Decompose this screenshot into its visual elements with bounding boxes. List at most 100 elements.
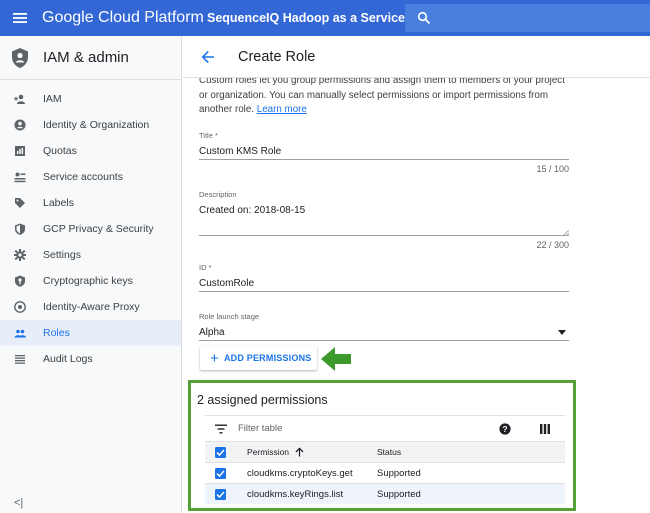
sidebar: IAM & admin IAM Identity & Organization … [0, 36, 182, 513]
title-input[interactable]: Custom KMS Role [199, 146, 569, 160]
column-display-icon[interactable] [539, 423, 551, 435]
brand-title[interactable]: Google Cloud Platform [42, 9, 204, 27]
description-label: Description [199, 189, 237, 199]
sidebar-item-label: Labels [43, 197, 74, 209]
title-field[interactable]: Title * Custom KMS Role 15 / 100 [199, 131, 569, 174]
svg-text:?: ? [502, 424, 507, 434]
row-checkbox[interactable] [215, 467, 226, 479]
id-field[interactable]: ID * CustomRole [199, 263, 569, 292]
project-selector[interactable]: SequenceIQ Hadoop as a Service [201, 11, 405, 25]
page-header: Create Role [183, 36, 650, 78]
sidebar-item-identity-aware-proxy[interactable]: Identity-Aware Proxy [0, 294, 181, 320]
description-counter: 22 / 300 [536, 239, 569, 250]
search-input[interactable] [405, 4, 650, 32]
sidebar-title: IAM & admin [43, 49, 129, 66]
sidebar-item-label: IAM [43, 93, 62, 105]
resize-handle-icon[interactable] [563, 229, 569, 236]
sidebar-item-labels[interactable]: Labels [0, 190, 181, 216]
sidebar-header: IAM & admin [0, 36, 181, 80]
plus-icon: + [210, 349, 219, 367]
filter-icon [215, 424, 227, 433]
person-add-icon [14, 94, 25, 104]
sidebar-item-settings[interactable]: Settings [0, 242, 181, 268]
sidebar-item-audit-logs[interactable]: Audit Logs [0, 346, 181, 372]
assigned-permissions-panel: 2 assigned permissions Filter table ? Pe… [188, 380, 576, 511]
check-icon [216, 469, 225, 477]
sidebar-item-cryptographic-keys[interactable]: Cryptographic keys [0, 268, 181, 294]
label-icon [15, 198, 25, 208]
table-row[interactable]: cloudkms.cryptoKeys.get Supported [205, 462, 565, 483]
sidebar-item-iam[interactable]: IAM [0, 86, 181, 112]
sort-arrow-up-icon[interactable] [295, 447, 304, 457]
intro-description: Custom roles let you group permissions a… [199, 75, 565, 115]
add-permissions-button[interactable]: + ADD PERMISSIONS [200, 346, 317, 370]
sidebar-item-label: Service accounts [43, 171, 123, 183]
filter-table-input[interactable]: Filter table [238, 423, 282, 434]
description-field[interactable]: Description Created on: 2018-08-15 22 / … [199, 190, 569, 250]
menu-icon[interactable] [0, 0, 40, 36]
filter-bar[interactable]: Filter table ? [205, 415, 565, 441]
learn-more-link[interactable]: Learn more [257, 104, 307, 115]
check-icon [216, 490, 225, 498]
main-content: Custom roles let you group permissions a… [183, 36, 650, 513]
list-icon [15, 355, 25, 364]
sidebar-item-label: Roles [43, 327, 70, 339]
account-circle-icon [14, 119, 26, 131]
status-cell: Supported [377, 467, 421, 479]
gear-icon [14, 249, 26, 261]
sidebar-item-label: Audit Logs [43, 353, 93, 365]
page-title: Create Role [238, 48, 316, 65]
sidebar-item-quotas[interactable]: Quotas [0, 138, 181, 164]
sidebar-item-label: GCP Privacy & Security [43, 223, 154, 235]
check-icon [216, 448, 225, 456]
table-header: Permission Status [205, 441, 565, 462]
id-input[interactable]: CustomRole [199, 278, 569, 292]
proxy-icon [14, 301, 26, 313]
shield-icon [15, 223, 25, 235]
id-label: ID * [199, 262, 212, 272]
status-column-header[interactable]: Status [377, 447, 401, 457]
select-all-checkbox[interactable] [215, 446, 226, 458]
sidebar-item-gcp-privacy-security[interactable]: GCP Privacy & Security [0, 216, 181, 242]
roles-icon [14, 329, 26, 338]
service-account-icon [14, 172, 26, 183]
sidebar-item-label: Identity-Aware Proxy [43, 301, 140, 313]
title-label: Title * [199, 130, 218, 140]
collapse-sidebar-button[interactable]: <| [14, 497, 23, 509]
sidebar-item-identity-organization[interactable]: Identity & Organization [0, 112, 181, 138]
intro-text: Custom roles let you group permissions a… [199, 74, 569, 118]
add-permissions-label: ADD PERMISSIONS [223, 353, 312, 363]
launch-stage-label: Role launch stage [199, 311, 260, 321]
table-row[interactable]: cloudkms.keyRings.list Supported [205, 483, 565, 504]
permission-cell: cloudkms.keyRings.list [247, 488, 344, 500]
sidebar-item-service-accounts[interactable]: Service accounts [0, 164, 181, 190]
iam-shield-icon [12, 47, 28, 68]
permissions-heading: 2 assigned permissions [197, 393, 328, 407]
create-role-form: Custom roles let you group permissions a… [199, 74, 569, 341]
sidebar-item-label: Settings [43, 249, 81, 261]
launch-stage-select[interactable]: Alpha [199, 327, 569, 341]
sidebar-nav: IAM Identity & Organization Quotas Servi… [0, 80, 181, 372]
dropdown-arrow-icon[interactable] [558, 329, 566, 335]
sidebar-item-label: Identity & Organization [43, 119, 150, 131]
status-cell: Supported [377, 488, 421, 500]
help-icon[interactable]: ? [499, 423, 511, 435]
sidebar-item-label: Quotas [43, 145, 77, 157]
permissions-table: Filter table ? Permission Status cloudkm… [205, 415, 565, 504]
permission-column-label: Permission [247, 447, 290, 457]
permission-column-header[interactable]: Permission [247, 447, 377, 457]
back-arrow-icon[interactable] [201, 50, 215, 64]
search-icon [417, 11, 431, 25]
sidebar-item-roles[interactable]: Roles [0, 320, 181, 346]
quota-icon [15, 146, 25, 156]
top-app-bar: Google Cloud Platform SequenceIQ Hadoop … [0, 0, 650, 36]
key-shield-icon [15, 275, 25, 287]
description-textarea[interactable]: Created on: 2018-08-15 [199, 205, 569, 236]
sidebar-item-label: Cryptographic keys [43, 275, 133, 287]
launch-stage-field[interactable]: Role launch stage Alpha [199, 312, 569, 341]
permission-cell: cloudkms.cryptoKeys.get [247, 467, 353, 479]
project-name: SequenceIQ Hadoop as a Service [207, 11, 405, 25]
green-pointer-arrow-icon [321, 347, 351, 371]
row-checkbox[interactable] [215, 488, 226, 500]
title-counter: 15 / 100 [536, 163, 569, 174]
